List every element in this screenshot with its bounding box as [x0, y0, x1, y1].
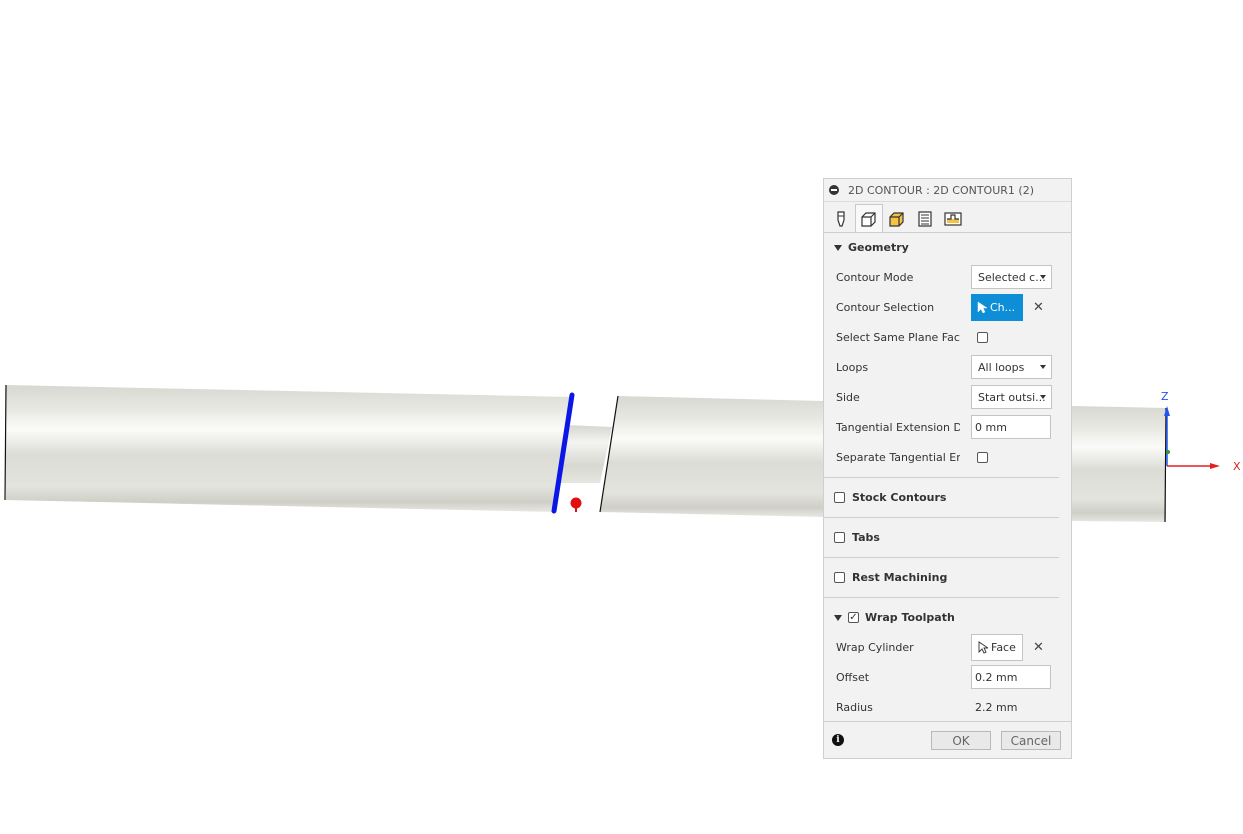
tangential-extension-row: Tangential Extension D... 0 mm: [836, 412, 1071, 442]
radius-label: Radius: [836, 700, 873, 714]
contour-mode-label: Contour Mode: [836, 270, 914, 284]
divider: [824, 517, 1059, 518]
tab-geometry[interactable]: [855, 204, 883, 232]
divider: [824, 557, 1059, 558]
passes-icon: [918, 210, 932, 227]
axis-triad: Z X: [1161, 390, 1241, 473]
tab-heights[interactable]: [883, 205, 911, 232]
select-same-plane-label: Select Same Plane Fac...: [836, 330, 960, 344]
contour-selection-button[interactable]: Ch...: [971, 293, 1023, 321]
loops-label: Loops: [836, 360, 869, 374]
cursor-arrow-icon: [978, 640, 988, 654]
divider: [824, 477, 1059, 478]
geometry-section-header[interactable]: Geometry: [834, 241, 909, 254]
tangential-extension-label: Tangential Extension D...: [836, 420, 960, 434]
rest-machining-checkbox[interactable]: [834, 572, 845, 583]
dialog-footer: i OK Cancel: [824, 721, 1071, 758]
origin-point: [1166, 450, 1170, 454]
dialog-header[interactable]: 2D CONTOUR : 2D CONTOUR1 (2): [824, 179, 1071, 202]
cursor-arrow-icon: [977, 301, 987, 313]
offset-row: Offset 0.2 mm: [836, 662, 1071, 692]
offset-label: Offset: [836, 670, 870, 684]
ok-button[interactable]: OK: [931, 731, 991, 750]
dialog-title: 2D CONTOUR : 2D CONTOUR1 (2): [848, 183, 1034, 197]
loops-row: Loops All loops: [836, 352, 1071, 382]
geometry-icon: [861, 211, 876, 227]
tangential-extension-input[interactable]: 0 mm: [971, 415, 1051, 439]
dropdown-caret-icon: [1040, 275, 1046, 279]
contour-mode-row: Contour Mode Selected c...: [836, 262, 1071, 292]
wrap-cylinder-label: Wrap Cylinder: [836, 640, 914, 654]
offset-input[interactable]: 0.2 mm: [971, 665, 1051, 689]
rest-machining-section[interactable]: Rest Machining: [834, 571, 947, 584]
tabs-section[interactable]: Tabs: [834, 531, 880, 544]
expand-triangle-icon: [834, 244, 842, 251]
shaft-left-end-edge: [4, 384, 7, 501]
select-same-plane-row: Select Same Plane Fac...: [836, 322, 1071, 352]
contour-dialog: 2D CONTOUR : 2D CONTOUR1 (2) Geometry Co…: [823, 178, 1072, 759]
clear-contour-selection-icon[interactable]: ✕: [1033, 300, 1044, 315]
contour-selection-row: Contour Selection Ch... ✕: [836, 292, 1071, 322]
stock-contours-checkbox[interactable]: [834, 492, 845, 503]
tool-icon: [837, 210, 845, 227]
loops-dropdown[interactable]: All loops: [971, 355, 1052, 379]
wrap-toolpath-section[interactable]: ✓ Wrap Toolpath: [834, 611, 955, 624]
separate-tangential-row: Separate Tangential En...: [836, 442, 1071, 472]
side-row: Side Start outsi...: [836, 382, 1071, 412]
shaft-right-segment: [600, 396, 823, 517]
tab-linking[interactable]: [939, 205, 967, 232]
cancel-button[interactable]: Cancel: [1001, 731, 1061, 750]
side-label: Side: [836, 390, 860, 404]
collapse-icon[interactable]: [829, 185, 839, 195]
stock-contours-section[interactable]: Stock Contours: [834, 491, 946, 504]
separate-tangential-checkbox[interactable]: [977, 451, 988, 463]
side-dropdown[interactable]: Start outsi...: [971, 385, 1052, 409]
tabs-checkbox[interactable]: [834, 532, 845, 543]
contour-selection-label: Contour Selection: [836, 300, 935, 314]
divider: [824, 597, 1059, 598]
z-axis-label: Z: [1161, 390, 1169, 403]
shaft-left-segment: [6, 385, 572, 512]
dropdown-caret-icon: [1040, 365, 1046, 369]
x-axis-arrow: [1210, 463, 1220, 469]
wrap-cylinder-row: Wrap Cylinder Face ✕: [836, 632, 1071, 662]
heights-icon: [889, 211, 904, 227]
tab-passes[interactable]: [911, 205, 939, 232]
x-axis-label: X: [1233, 460, 1241, 473]
expand-triangle-icon: [834, 614, 842, 621]
tab-tool[interactable]: [827, 205, 855, 232]
wrap-toolpath-checkbox[interactable]: ✓: [848, 612, 859, 623]
clear-wrap-cylinder-icon[interactable]: ✕: [1033, 640, 1044, 655]
dropdown-caret-icon: [1040, 395, 1046, 399]
separate-tangential-label: Separate Tangential En...: [836, 450, 960, 464]
radius-row: Radius 2.2 mm: [836, 692, 1071, 722]
dialog-tabs: [824, 202, 1071, 233]
shaft-right-end: [1072, 406, 1166, 522]
wrap-cylinder-button[interactable]: Face: [971, 633, 1023, 661]
info-icon[interactable]: i: [832, 734, 844, 746]
contour-mode-dropdown[interactable]: Selected c...: [971, 265, 1052, 289]
select-same-plane-checkbox[interactable]: [977, 331, 988, 343]
linking-icon: [944, 211, 962, 226]
radius-value: 2.2 mm: [975, 700, 1018, 714]
